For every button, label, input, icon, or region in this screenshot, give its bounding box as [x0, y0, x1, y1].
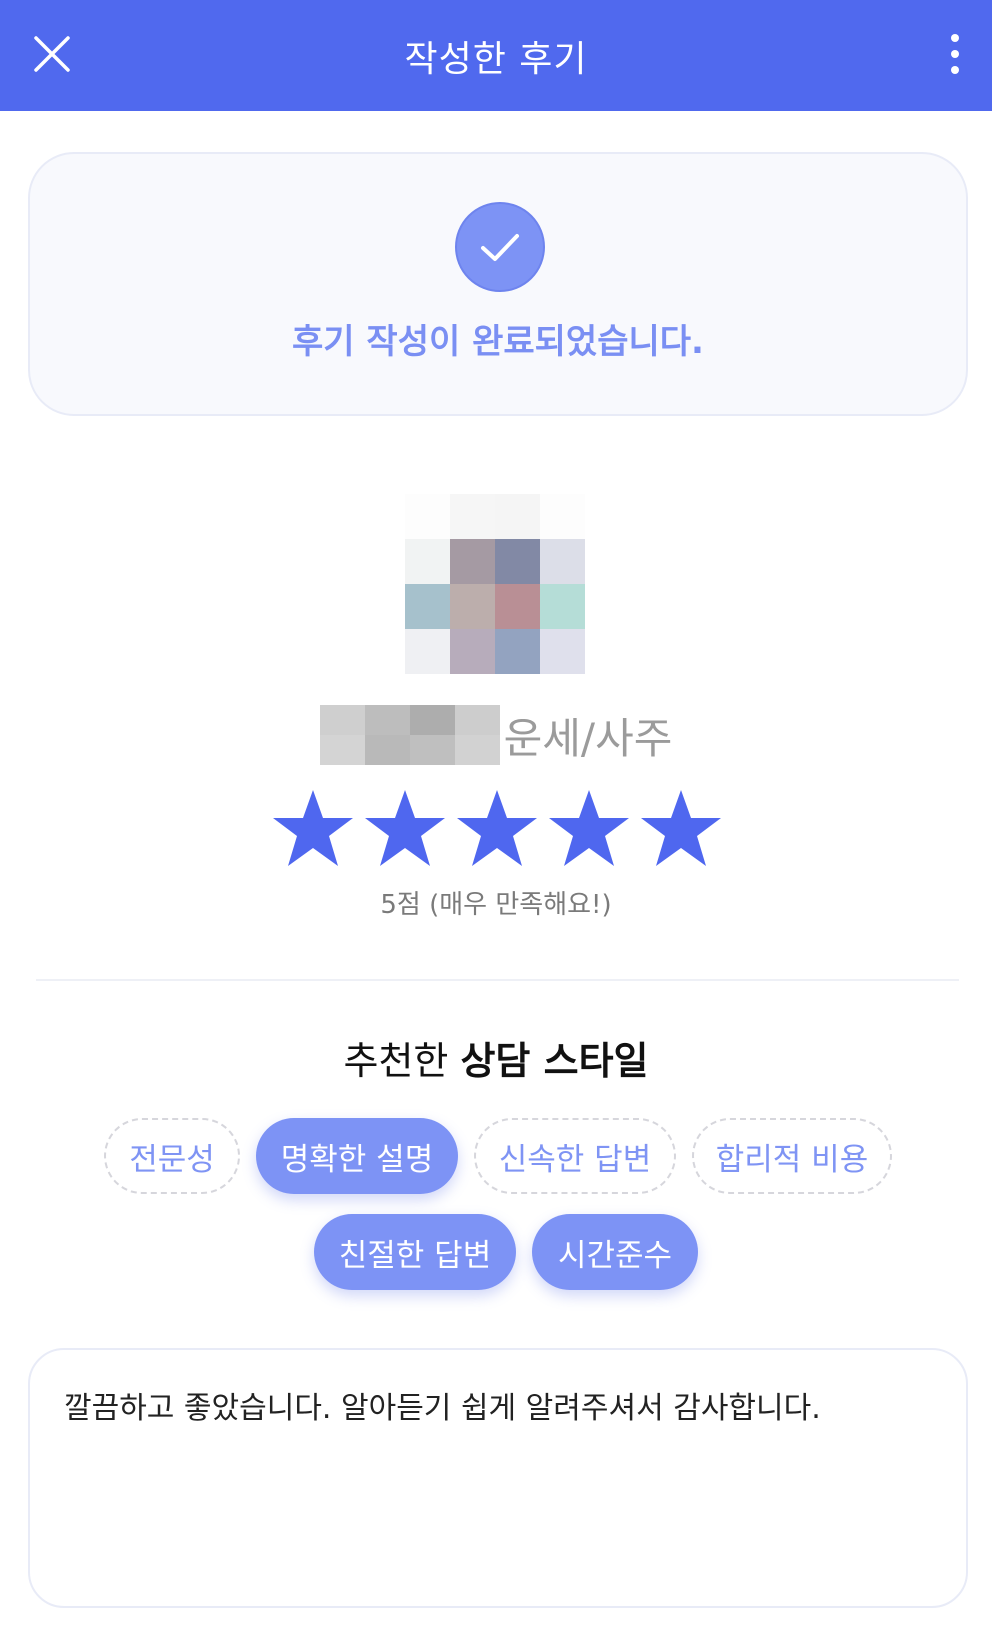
close-icon[interactable]: [30, 32, 74, 76]
rating-score-text: 5점 (매우 만족해요!): [380, 890, 612, 920]
review-text-box: 깔끔하고 좋았습니다. 알아듣기 쉽게 알려주셔서 감사합니다.: [28, 1348, 968, 1608]
star-icon[interactable]: [271, 788, 355, 868]
review-text: 깔끔하고 좋았습니다. 알아듣기 쉽게 알려주셔서 감사합니다.: [64, 1391, 821, 1426]
divider: [36, 979, 959, 981]
counselor-name-row: 운세/사주: [0, 704, 992, 766]
chip-kind-answer[interactable]: 친절한 답변: [314, 1214, 516, 1290]
chip-punctuality[interactable]: 시간준수: [532, 1214, 698, 1290]
section-title: 추천한 상담 스타일: [0, 1030, 992, 1085]
star-icon[interactable]: [363, 788, 447, 868]
completion-message: 후기 작성이 완료되었습니다.: [292, 322, 704, 362]
counselor-name-redacted: [319, 705, 500, 765]
star-rating[interactable]: [271, 788, 731, 868]
avatar: [405, 494, 585, 674]
star-icon[interactable]: [547, 788, 631, 868]
completion-card: 후기 작성이 완료되었습니다.: [28, 152, 968, 416]
page-title: 작성한 후기: [404, 38, 588, 80]
more-vertical-icon[interactable]: [940, 30, 970, 78]
star-icon[interactable]: [455, 788, 539, 868]
star-icon[interactable]: [639, 788, 723, 868]
chip-reasonable-cost[interactable]: 합리적 비용: [692, 1118, 892, 1194]
top-app-bar: 작성한 후기: [0, 0, 992, 111]
chip-expertise[interactable]: 전문성: [104, 1118, 240, 1194]
check-icon: [455, 202, 545, 292]
chip-clear-explanation[interactable]: 명확한 설명: [256, 1118, 458, 1194]
counselor-category: 운세/사주: [503, 713, 673, 763]
chip-quick-answer[interactable]: 신속한 답변: [474, 1118, 676, 1194]
section-title-bold: 상담 스타일: [460, 1039, 649, 1083]
section-title-normal: 추천한: [343, 1039, 449, 1083]
